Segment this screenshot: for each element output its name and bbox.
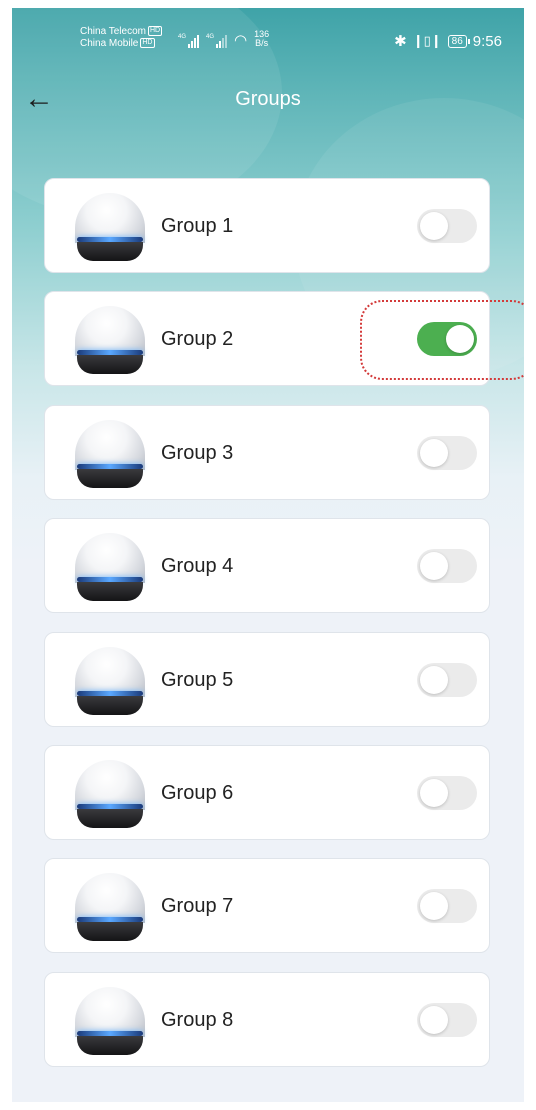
group-list: Group 1 Group 2 Group 3 Group 4 Group 5 Group… (44, 178, 492, 1085)
speaker-device-icon (75, 533, 145, 602)
speaker-device-icon (75, 193, 145, 261)
group-toggle-switch[interactable] (417, 1002, 477, 1037)
group-label: Group 8 (161, 1008, 234, 1031)
toggle-knob (420, 778, 448, 807)
group-toggle-switch[interactable] (417, 662, 477, 697)
group-label: Group 4 (161, 555, 234, 578)
group-card[interactable]: Group 2 (44, 291, 490, 387)
group-card[interactable]: Group 6 (44, 744, 490, 840)
group-label: Group 3 (161, 441, 234, 464)
group-card[interactable]: Group 8 (44, 971, 490, 1067)
group-toggle-switch[interactable] (417, 889, 477, 924)
group-card[interactable]: Group 1 (44, 178, 490, 273)
group-card[interactable]: Group 7 (44, 858, 490, 954)
group-card[interactable]: Group 5 (44, 631, 490, 727)
network-speed: 136 B/s (254, 29, 270, 48)
speaker-device-icon (75, 419, 145, 488)
signal-indicators: 4G 4G ◠ 136 B/s (178, 30, 269, 48)
toggle-knob (420, 438, 448, 467)
group-label: Group 5 (161, 668, 234, 691)
group-toggle-switch[interactable] (417, 209, 477, 243)
toggle-knob (446, 325, 474, 354)
app-header: ← Groups (12, 78, 524, 122)
system-status: ✱ ❙▯❙ 86 9:56 (394, 32, 502, 51)
toggle-knob (420, 212, 448, 240)
signal-strength-icon: 4G (206, 34, 228, 48)
group-toggle-switch[interactable] (417, 322, 477, 357)
hd-badge: HD (147, 26, 163, 37)
speaker-device-icon (75, 646, 145, 715)
page-title: Groups (235, 88, 301, 110)
toggle-knob (420, 552, 448, 581)
speaker-device-icon (75, 306, 145, 375)
bluetooth-icon: ✱ (394, 33, 407, 50)
group-toggle-switch[interactable] (417, 435, 477, 470)
phone-screen: China Telecom HD China Mobile HD 4G 4G ◠ 1… (12, 8, 524, 1102)
carrier-info: China Telecom HD China Mobile HD (80, 26, 163, 50)
signal-strength-icon: 4G (178, 34, 200, 48)
carrier-1-label: China Telecom (80, 26, 146, 37)
toggle-knob (420, 1005, 448, 1034)
wifi-icon: ◠ (234, 32, 248, 49)
group-toggle-switch[interactable] (417, 775, 477, 810)
toggle-knob (420, 665, 448, 694)
toggle-knob (420, 892, 448, 921)
speaker-device-icon (75, 986, 145, 1055)
group-label: Group 2 (161, 328, 234, 351)
status-bar: China Telecom HD China Mobile HD 4G 4G ◠ 1… (12, 8, 524, 68)
group-card[interactable]: Group 3 (44, 404, 490, 500)
group-toggle-switch[interactable] (417, 549, 477, 584)
clock: 9:56 (472, 32, 502, 50)
group-label: Group 6 (161, 781, 234, 804)
vibrate-icon: ❙▯❙ (412, 33, 442, 48)
group-label: Group 1 (161, 215, 234, 237)
group-label: Group 7 (161, 895, 234, 918)
speaker-device-icon (75, 759, 145, 828)
speaker-device-icon (75, 873, 145, 942)
battery-icon: 86 (447, 34, 470, 48)
carrier-2-label: China Mobile (80, 38, 139, 49)
group-card[interactable]: Group 4 (44, 518, 490, 614)
hd-badge: HD (140, 38, 155, 49)
